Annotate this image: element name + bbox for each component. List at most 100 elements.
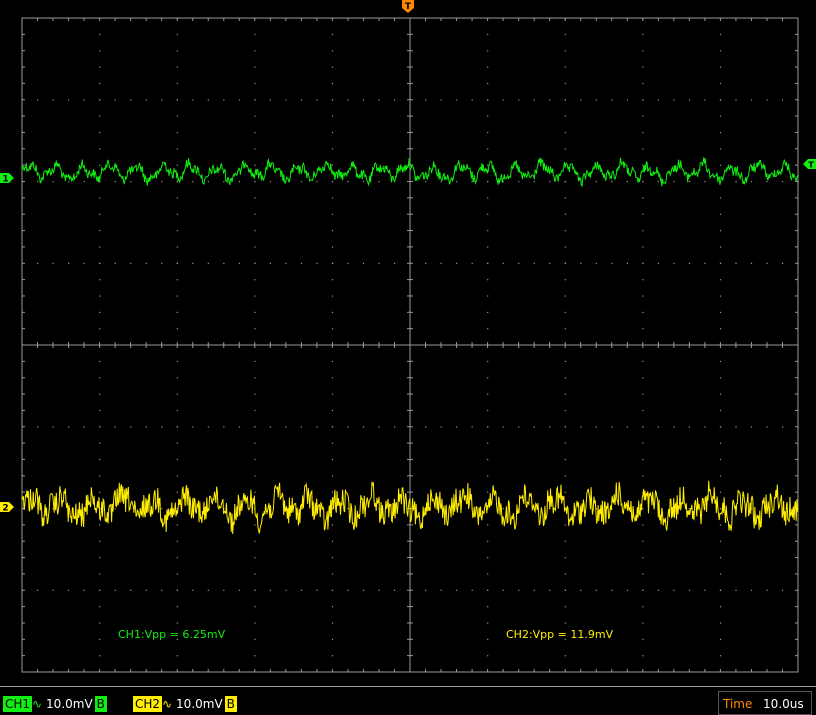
grid-dot bbox=[642, 409, 644, 412]
grid-dot bbox=[99, 573, 101, 575]
grid-dot bbox=[99, 409, 101, 412]
ch1-status[interactable]: CH1 ∿ 10.0mV B bbox=[3, 696, 107, 712]
grid-dot bbox=[626, 426, 628, 428]
ch1-scale: 10.0mV bbox=[46, 697, 93, 711]
time-value: 10.0us bbox=[763, 697, 804, 711]
grid-dot bbox=[673, 99, 675, 101]
grid-dot bbox=[176, 377, 178, 379]
grid-dot bbox=[719, 82, 722, 85]
grid-dot bbox=[114, 99, 116, 101]
scope-display[interactable]: T T 1 2 bbox=[0, 0, 816, 686]
grid-dot bbox=[161, 426, 163, 428]
grid-dot bbox=[99, 377, 101, 379]
grid-dot bbox=[502, 508, 504, 510]
ch2-bw-limit: B bbox=[224, 696, 237, 712]
grid-dot bbox=[99, 442, 101, 444]
grid-dot bbox=[362, 426, 365, 428]
grid-dot bbox=[487, 213, 489, 215]
status-bar: CH1 ∿ 10.0mV B CH2 ∿ 10.0mV B Time 10.0us bbox=[0, 686, 816, 715]
grid-dot bbox=[425, 181, 427, 183]
timebase-status[interactable]: Time 10.0us bbox=[718, 691, 812, 715]
grid-dot bbox=[285, 99, 287, 101]
grid-dot bbox=[719, 50, 722, 52]
grid-dot bbox=[719, 458, 722, 461]
grid-dot bbox=[254, 181, 256, 183]
grid-dot bbox=[642, 115, 644, 117]
grid-dot bbox=[719, 99, 722, 101]
grid-dot bbox=[37, 99, 39, 101]
grid-dot bbox=[254, 458, 256, 461]
grid-dot bbox=[331, 328, 334, 330]
grid-dot bbox=[642, 377, 644, 379]
grid-dot bbox=[176, 131, 178, 134]
grid-dot bbox=[331, 393, 334, 395]
grid-dot bbox=[254, 426, 256, 428]
grid-dot bbox=[626, 99, 628, 101]
grid-dot bbox=[642, 262, 644, 264]
grid-dot bbox=[642, 360, 644, 363]
grid-dot bbox=[564, 295, 566, 297]
grid-dot bbox=[440, 426, 442, 428]
grid-dot bbox=[487, 573, 489, 575]
grid-dot bbox=[487, 491, 489, 493]
grid-dot bbox=[487, 393, 489, 395]
grid-dot bbox=[735, 99, 737, 101]
grid-dot bbox=[735, 426, 737, 428]
grid-dot bbox=[331, 311, 334, 313]
grid-dot bbox=[254, 295, 256, 297]
grid-dot bbox=[176, 606, 178, 608]
grid-dot bbox=[688, 99, 691, 101]
grid-dot bbox=[642, 540, 644, 542]
grid-dot bbox=[719, 606, 722, 608]
grid-dot bbox=[487, 181, 489, 183]
grid-dot bbox=[207, 426, 209, 428]
grid-dot bbox=[564, 377, 566, 379]
grid-dot bbox=[99, 131, 101, 134]
grid-dot bbox=[192, 181, 194, 183]
grid-dot bbox=[750, 181, 753, 183]
grid-dot bbox=[254, 393, 256, 395]
grid-dot bbox=[331, 491, 334, 493]
grid-dot bbox=[176, 115, 178, 117]
grid-dot bbox=[331, 164, 334, 166]
grid-dot bbox=[642, 442, 644, 444]
grid-dot bbox=[518, 181, 520, 183]
grid-dot bbox=[719, 540, 722, 542]
ac-coupling-icon: ∿ bbox=[32, 697, 43, 711]
grid-dot bbox=[642, 148, 644, 150]
grid-dot bbox=[99, 279, 101, 281]
grid-dot bbox=[254, 50, 256, 52]
grid-dot bbox=[269, 589, 272, 591]
grid-dot bbox=[176, 279, 178, 281]
grid-dot bbox=[316, 262, 318, 264]
grid-dot bbox=[564, 66, 566, 68]
ch2-status[interactable]: CH2 ∿ 10.0mV B bbox=[133, 696, 237, 712]
grid-dot bbox=[688, 426, 691, 428]
grid-dot bbox=[176, 66, 178, 68]
grid-dot bbox=[719, 573, 722, 575]
grid-dot bbox=[657, 426, 660, 428]
grid-dot bbox=[176, 230, 178, 232]
grid-dot bbox=[719, 589, 722, 591]
oscilloscope-app: T T 1 2 CH1:Vpp = 6.25mV CH2:Vpp = 11.9m… bbox=[0, 0, 816, 715]
trigger-top-label: T bbox=[405, 2, 412, 12]
grid-dot bbox=[719, 131, 722, 134]
grid-dot bbox=[176, 540, 178, 542]
grid-dot bbox=[456, 262, 458, 264]
grid-dot bbox=[502, 426, 504, 428]
grid-dot bbox=[99, 311, 101, 313]
grid-dot bbox=[161, 508, 163, 510]
grid-dot bbox=[161, 589, 163, 591]
grid-dot bbox=[425, 426, 427, 428]
grid-dot bbox=[642, 426, 644, 428]
grid-dot bbox=[487, 524, 489, 526]
grid-dot bbox=[611, 181, 613, 183]
grid-dot bbox=[347, 181, 349, 183]
ch2-marker-label: 2 bbox=[2, 504, 8, 514]
grid-dot bbox=[331, 246, 334, 248]
grid-dot bbox=[642, 50, 644, 52]
grid-dot bbox=[269, 262, 272, 264]
grid-dot bbox=[99, 33, 101, 36]
grid-dot bbox=[161, 262, 163, 264]
grid-dot bbox=[719, 66, 722, 68]
